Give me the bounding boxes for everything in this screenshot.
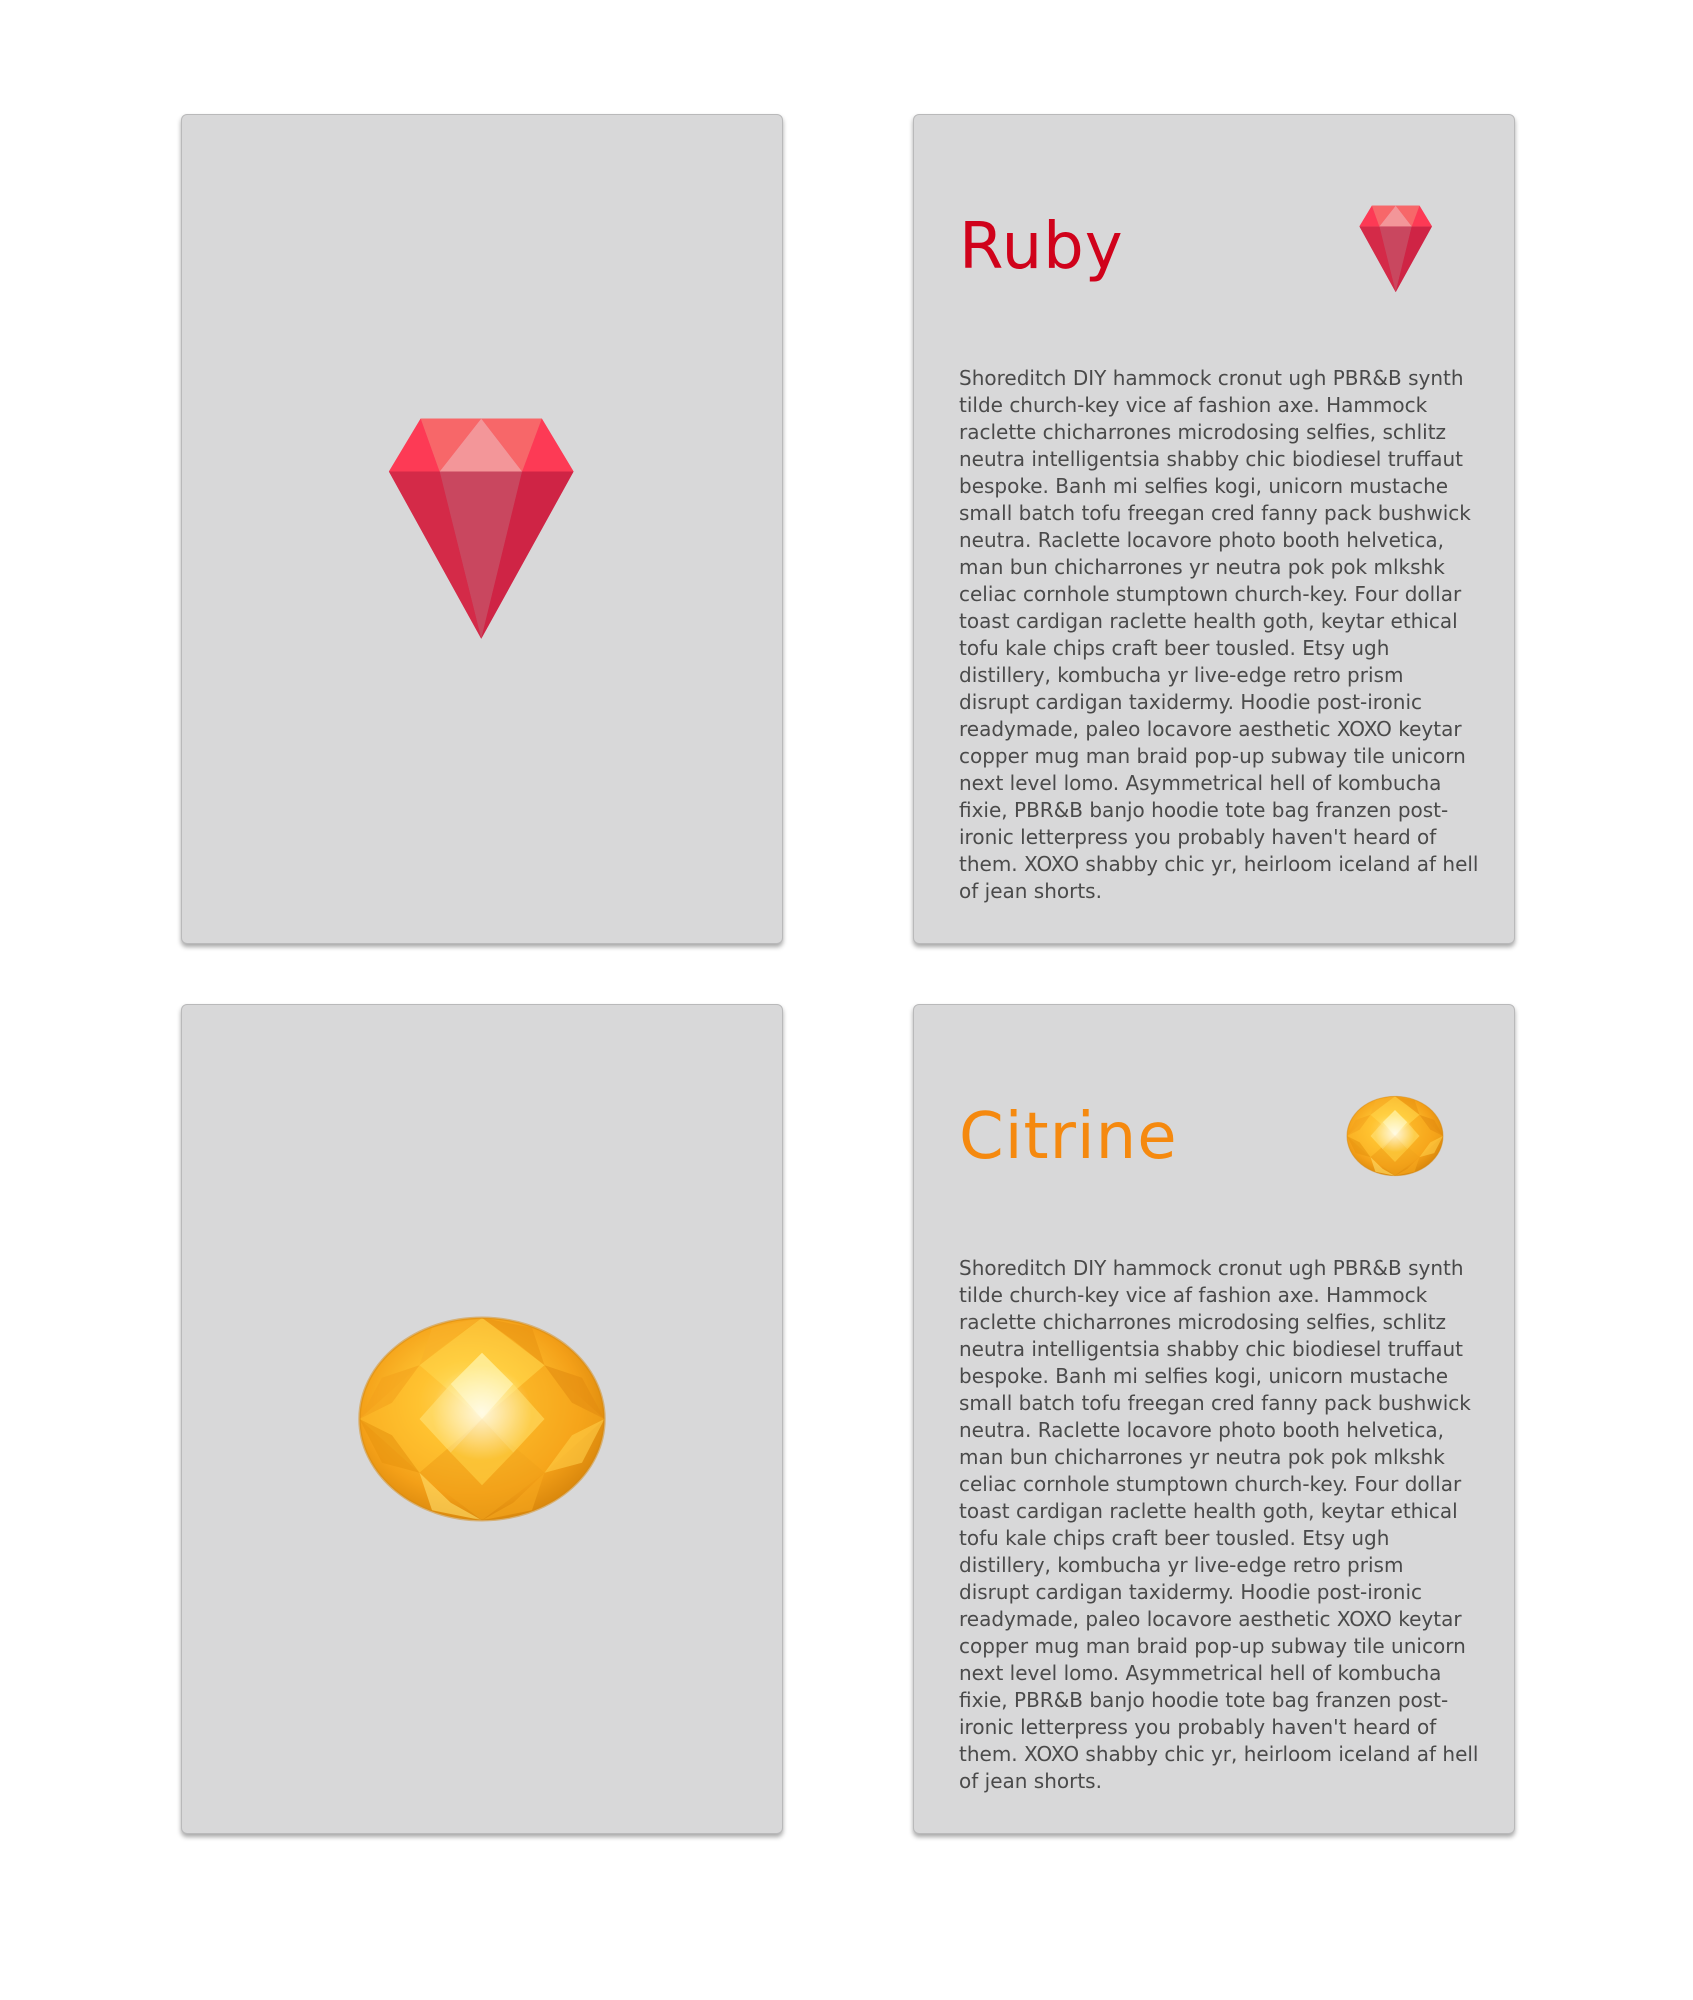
ruby-info-card: Ruby Shoreditch DIY hammock cronut ugh P… <box>913 114 1515 944</box>
ruby-title: Ruby <box>959 210 1124 284</box>
ruby-gem-icon <box>1359 205 1432 293</box>
citrine-image-card <box>181 1004 783 1834</box>
ruby-gem-icon <box>388 418 574 639</box>
ruby-image-card <box>181 114 783 944</box>
citrine-description: Shoreditch DIY hammock cronut ugh PBR&B … <box>959 1256 1479 1793</box>
citrine-info-card: Citrine Shoreditch DIY hammock cronut ug… <box>913 1004 1515 1834</box>
citrine-gem-icon <box>1346 1095 1444 1177</box>
citrine-gem-icon <box>357 1314 607 1524</box>
citrine-title: Citrine <box>959 1100 1178 1174</box>
ruby-description: Shoreditch DIY hammock cronut ugh PBR&B … <box>959 366 1479 903</box>
